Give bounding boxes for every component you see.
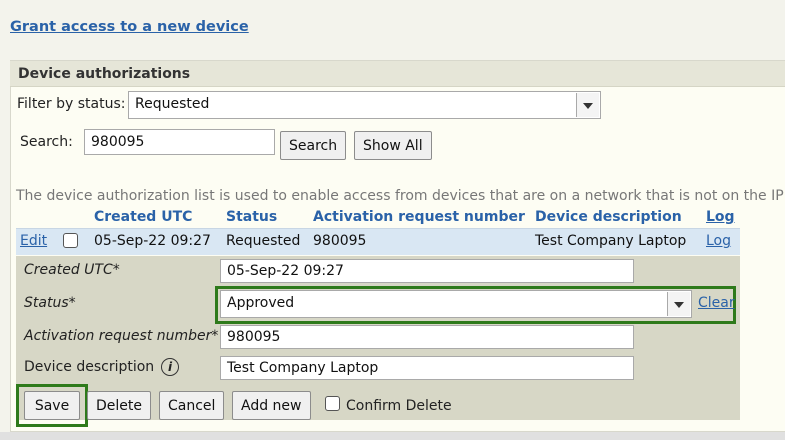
bottom-band xyxy=(0,432,785,440)
confirm-delete-label: Confirm Delete xyxy=(346,398,452,414)
chevron-down-icon[interactable] xyxy=(667,292,690,316)
status-label: Status* xyxy=(24,295,76,311)
column-activation-request-number[interactable]: Activation request number xyxy=(313,209,525,225)
cancel-button[interactable]: Cancel xyxy=(159,391,225,420)
device-description-label: Device description xyxy=(24,359,155,375)
show-all-button[interactable]: Show All xyxy=(354,131,432,160)
save-button[interactable]: Save xyxy=(24,391,80,420)
status-filter-select[interactable]: Requested xyxy=(128,91,601,119)
filter-label: Filter by status: xyxy=(17,96,126,112)
column-status[interactable]: Status xyxy=(226,209,277,225)
info-description: The device authorization list is used to… xyxy=(16,188,784,204)
created-utc-label: Created UTC* xyxy=(24,262,120,278)
device-description-field[interactable]: Test Company Laptop xyxy=(220,356,634,380)
column-created-utc[interactable]: Created UTC xyxy=(94,209,192,225)
row-created-utc: 05-Sep-22 09:27 xyxy=(94,233,211,249)
activation-request-number-field[interactable]: 980095 xyxy=(220,325,634,349)
grant-access-link[interactable]: Grant access to a new device xyxy=(10,19,249,35)
status-filter-value: Requested xyxy=(135,96,210,112)
delete-button[interactable]: Delete xyxy=(87,391,151,420)
row-log-link[interactable]: Log xyxy=(706,233,731,249)
column-device-description[interactable]: Device description xyxy=(535,209,682,225)
created-utc-field[interactable]: 05-Sep-22 09:27 xyxy=(220,259,634,283)
search-input[interactable]: 980095 xyxy=(84,129,275,155)
add-new-button[interactable]: Add new xyxy=(232,391,311,420)
clear-link[interactable]: Clear xyxy=(698,295,735,311)
row-activation-request-number: 980095 xyxy=(313,233,367,249)
search-label: Search: xyxy=(20,134,73,150)
column-log[interactable]: Log xyxy=(706,209,735,225)
status-select[interactable]: Approved xyxy=(220,290,692,318)
panel-title: Device authorizations xyxy=(18,66,191,82)
row-status: Requested xyxy=(226,233,301,249)
search-button[interactable]: Search xyxy=(280,131,347,160)
row-checkbox[interactable] xyxy=(63,233,78,248)
chevron-down-icon[interactable] xyxy=(576,93,599,117)
confirm-delete-checkbox[interactable] xyxy=(325,396,340,411)
edit-link[interactable]: Edit xyxy=(20,233,47,249)
activation-request-number-label: Activation request number* xyxy=(24,328,219,344)
row-device-description: Test Company Laptop xyxy=(535,233,687,249)
info-icon[interactable]: i xyxy=(161,358,179,376)
status-select-value: Approved xyxy=(227,295,295,311)
